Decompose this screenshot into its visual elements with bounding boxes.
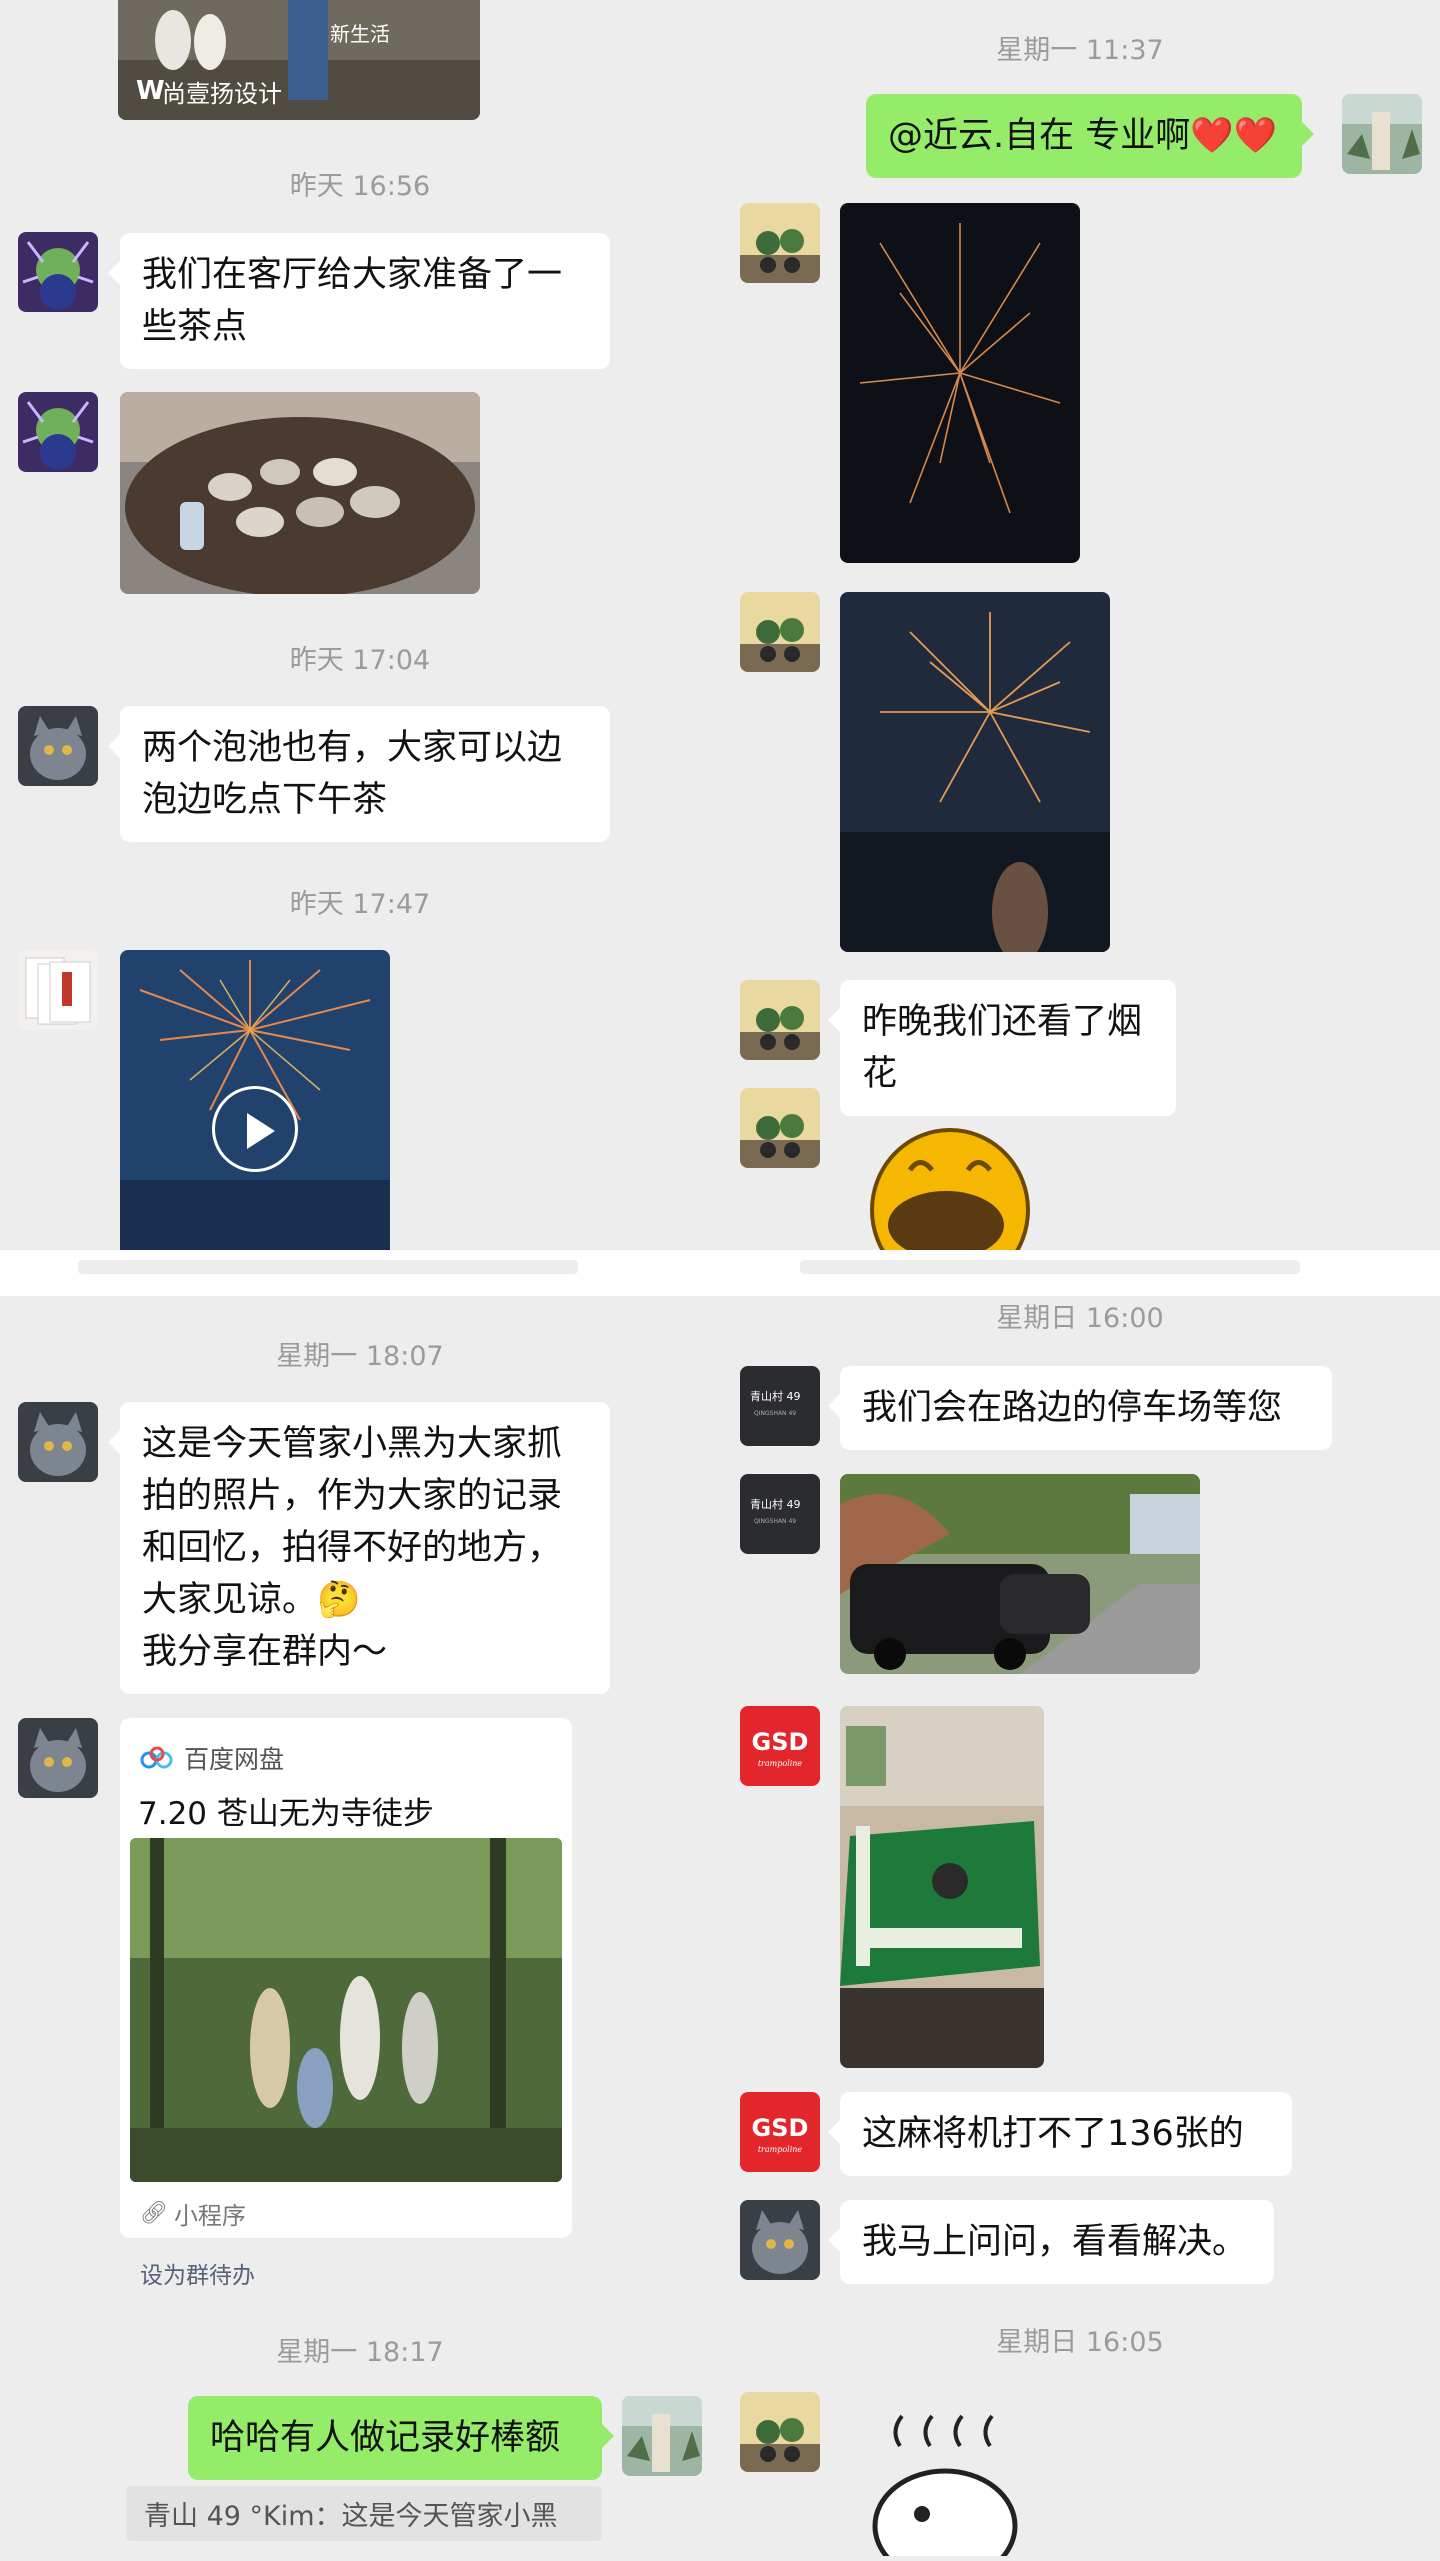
message-bubble: 我们会在路边的停车场等您 [828, 1366, 1332, 1450]
avatar-sign-subtext: QINGSHAN 49 [754, 1410, 797, 1417]
svg-text:trampoline: trampoline [758, 1759, 803, 1768]
gsd-avatar[interactable]: GSD trampoline [740, 2092, 820, 2172]
timestamp: 星期日 16:00 [996, 1303, 1164, 1334]
play-icon[interactable] [212, 1086, 298, 1172]
laughing-sticker[interactable] [860, 1100, 1040, 1250]
avatar[interactable] [740, 1088, 820, 1168]
avatar-self[interactable] [1342, 94, 1422, 174]
message-bubble: 昨晚我们还看了烟花 [828, 980, 1176, 1116]
avatar[interactable] [740, 2392, 820, 2472]
chat-panel-top-right: 星期一 11:37 @近云.自在 专业啊❤️❤️ 昨晚我们还看了烟花 [720, 0, 1440, 1250]
timestamp: 昨天 17:04 [289, 645, 431, 676]
mini-program-title: 7.20 苍山无为寺徒步 [138, 1796, 434, 1832]
timestamp: 昨天 17:47 [289, 889, 431, 920]
link-icon: 🔗︎ [140, 2201, 168, 2226]
chat-image-fireworks-1[interactable] [840, 203, 1080, 563]
avatar[interactable] [740, 2200, 820, 2280]
chat-panel-bottom-right: 星期日 16:00 青山村 49 QINGSHAN 49 我们会在路边的停车场等… [720, 1296, 1440, 2561]
svg-text:trampoline: trampoline [758, 2145, 803, 2154]
message-bubble: 这是今天管家小黑为大家抓拍的照片，作为大家的记录和回忆，拍得不好的地方，大家见谅… [108, 1402, 610, 1694]
chat-panel-top-left: 尚壹扬设计 新生活 W 昨天 16:56 我们在客厅给大家准备了一些茶点 昨天 … [0, 0, 720, 1250]
message-bubble-self: 哈哈有人做记录好棒额 [188, 2396, 614, 2480]
timestamp: 星期日 16:05 [996, 2327, 1164, 2358]
gsd-avatar[interactable]: GSD trampoline [740, 1706, 820, 1786]
message-bubble: 两个泡池也有，大家可以边泡边吃点下午茶 [108, 706, 610, 842]
w-logo-icon: W [136, 76, 165, 106]
chat-image-fireworks-2[interactable] [840, 592, 1110, 952]
quoted-message[interactable]: 青山 49 °Kim：这是今天管家小黑 [126, 2486, 602, 2541]
timestamp: 星期一 18:17 [276, 2337, 444, 2368]
timestamp: 星期一 11:37 [996, 35, 1164, 66]
avatar-sign-text: 青山村 49 [750, 1498, 801, 1511]
chat-image-parking[interactable] [840, 1474, 1200, 1674]
avatar[interactable] [18, 1718, 98, 1798]
screenshot-divider [0, 1250, 1440, 1296]
avatar[interactable]: 青山村 49 QINGSHAN 49 [740, 1366, 820, 1446]
mini-program-footer: 小程序 [173, 2202, 246, 2230]
svg-text:GSD: GSD [752, 2114, 809, 2142]
timestamp: 星期一 18:07 [276, 1341, 444, 1372]
message-bubble-self: @近云.自在 专业啊❤️❤️ [866, 94, 1314, 178]
avatar[interactable] [740, 592, 820, 672]
sweating-sticker[interactable] [860, 2406, 1040, 2561]
avatar[interactable] [18, 706, 98, 786]
chat-panel-bottom-left: 星期一 18:07 这是今天管家小黑为大家抓拍的照片，作为大家的记录和回忆，拍得… [0, 1296, 720, 2561]
avatar-self[interactable] [622, 2396, 702, 2476]
baidu-netdisk-icon [140, 1746, 173, 1769]
chat-image-tea-snacks[interactable] [120, 392, 480, 594]
design-overlay-text: 新生活 [330, 22, 390, 46]
timestamp: 昨天 16:56 [289, 171, 431, 202]
avatar[interactable] [18, 950, 98, 1030]
message-bubble: 这麻将机打不了136张的 [828, 2092, 1292, 2176]
set-group-todo-link[interactable]: 设为群待办 [140, 2256, 255, 2290]
avatar[interactable] [740, 980, 820, 1060]
mini-program-card[interactable]: 百度网盘 7.20 苍山无为寺徒步 🔗︎ 小程序 [120, 1718, 572, 2238]
avatar[interactable] [18, 232, 98, 312]
avatar[interactable] [18, 1402, 98, 1482]
message-bubble: 我马上问问，看看解决。 [828, 2200, 1274, 2284]
mini-program-image [130, 1838, 562, 2182]
avatar[interactable] [740, 203, 820, 283]
message-bubble: 我们在客厅给大家准备了一些茶点 [108, 233, 610, 369]
chat-image-mahjong[interactable] [840, 1706, 1044, 2068]
design-logo-text: 尚壹扬设计 [162, 80, 282, 108]
avatar[interactable] [18, 392, 98, 472]
mini-program-source: 百度网盘 [184, 1745, 285, 1774]
svg-text:GSD: GSD [752, 1728, 809, 1756]
avatar[interactable]: 青山村 49 QINGSHAN 49 [740, 1474, 820, 1554]
avatar-sign-text: 青山村 49 [750, 1390, 801, 1403]
avatar-sign-subtext: QINGSHAN 49 [754, 1518, 797, 1525]
